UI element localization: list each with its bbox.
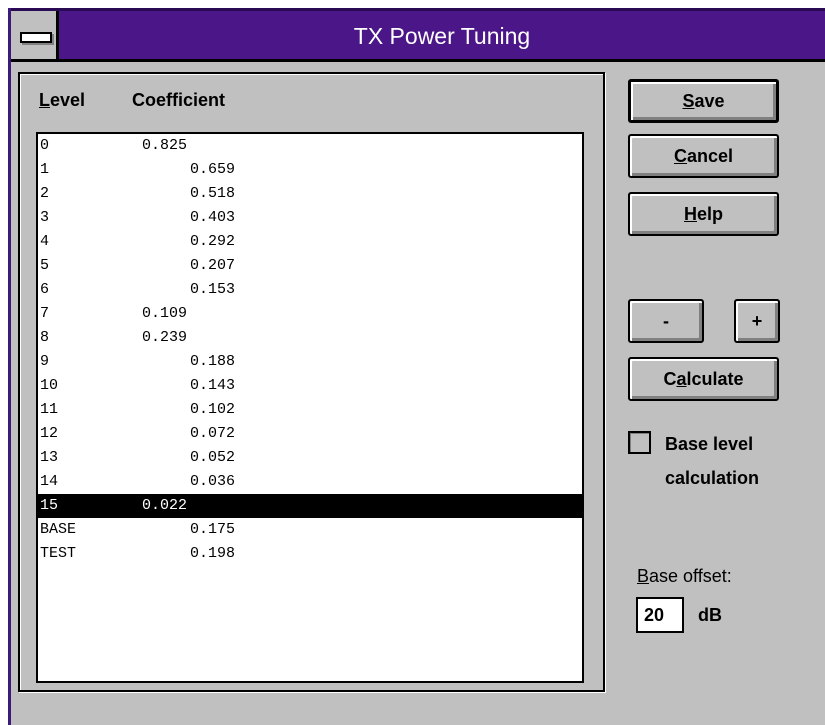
list-item-level: 13 [40, 449, 59, 466]
level-header-first: L [39, 90, 50, 110]
system-menu-button[interactable] [11, 11, 59, 62]
list-item-coefficient: 0.207 [190, 257, 236, 274]
list-item-level: 12 [40, 425, 59, 442]
level-column-header: Level [39, 90, 85, 111]
list-item-coefficient: 0.198 [190, 545, 236, 562]
cancel-button[interactable]: Cancel [628, 134, 779, 178]
list-item-level: 3 [40, 209, 50, 226]
list-item[interactable]: 6 0.153 [38, 278, 582, 302]
list-item-coefficient: 0.239 [142, 329, 188, 346]
list-item-coefficient: 0.109 [142, 305, 188, 322]
coefficient-column-header: Coefficient [132, 90, 226, 110]
list-item-coefficient: 0.072 [190, 425, 236, 442]
list-item[interactable]: 12 0.072 [38, 422, 582, 446]
title-bar[interactable]: TX Power Tuning [11, 8, 825, 62]
list-item-level: 6 [40, 281, 50, 298]
help-label: Help [683, 204, 723, 224]
base-level-label: Base level [665, 434, 754, 454]
cancel-label: Cancel [673, 146, 734, 166]
list-item[interactable]: 5 0.207 [38, 254, 582, 278]
list-item[interactable]: 14 0.036 [38, 470, 582, 494]
list-item-coefficient: 0.292 [190, 233, 236, 250]
list-item-coefficient: 0.518 [190, 185, 236, 202]
list-item-coefficient: 0.102 [190, 401, 236, 418]
list-item-level: BASE [40, 521, 77, 538]
list-item-level: 8 [40, 329, 50, 346]
calculate-label: Calculate [663, 369, 744, 389]
list-item-level: 4 [40, 233, 50, 250]
list-item[interactable]: 11 0.102 [38, 398, 582, 422]
list-item[interactable]: 2 0.518 [38, 182, 582, 206]
window-title: TX Power Tuning [353, 23, 531, 49]
list-item-coefficient: 0.403 [190, 209, 236, 226]
base-level-checkbox[interactable] [628, 431, 651, 454]
list-item-level: 5 [40, 257, 50, 274]
level-header-rest: evel [50, 90, 86, 110]
list-item-coefficient: 0.143 [190, 377, 236, 394]
list-item-level: 7 [40, 305, 50, 322]
list-item-coefficient: 0.022 [142, 497, 188, 514]
decrease-button[interactable]: - [628, 299, 704, 343]
list-item[interactable]: 4 0.292 [38, 230, 582, 254]
list-item[interactable]: 8 0.239 [38, 326, 582, 350]
list-item-level: 0 [40, 137, 50, 154]
list-item[interactable]: BASE 0.175 [38, 518, 582, 542]
list-item[interactable]: 0 0.825 [38, 134, 582, 158]
increase-button[interactable]: + [734, 299, 780, 343]
base-offset-unit: dB [698, 605, 722, 625]
list-item-coefficient: 0.659 [190, 161, 236, 178]
save-label: Save [682, 91, 725, 111]
base-offset-label-first: B [637, 566, 650, 586]
list-item-coefficient: 0.825 [142, 137, 188, 154]
calculate-button[interactable]: Calculate [628, 357, 779, 401]
base-offset-label-rest: ase offset: [649, 566, 732, 586]
list-item-coefficient: 0.175 [190, 521, 236, 538]
list-item[interactable]: TEST 0.198 [38, 542, 582, 566]
list-item-level: 9 [40, 353, 50, 370]
base-offset-input[interactable]: 20 [636, 597, 684, 633]
save-button[interactable]: Save [628, 79, 779, 123]
list-item[interactable]: 3 0.403 [38, 206, 582, 230]
list-item[interactable]: 13 0.052 [38, 446, 582, 470]
system-menu-icon [20, 32, 52, 43]
list-item[interactable]: 9 0.188 [38, 350, 582, 374]
coefficient-listbox[interactable]: 0 0.825 1 0.659 2 0.518 3 0.403 4 0.292 5 0.207 6 0.1… [36, 132, 584, 683]
base-level-label-line2: calculation [665, 468, 760, 488]
list-item-coefficient: 0.052 [190, 449, 236, 466]
title-bar-divider [11, 59, 825, 62]
list-item-level: 14 [40, 473, 59, 490]
list-item-level: 1 [40, 161, 50, 178]
list-item-coefficient: 0.153 [190, 281, 236, 298]
list-item-level: 10 [40, 377, 59, 394]
list-item-level: 11 [40, 401, 59, 418]
help-button[interactable]: Help [628, 192, 779, 236]
list-item-level: 2 [40, 185, 50, 202]
list-item[interactable]: 7 0.109 [38, 302, 582, 326]
base-offset-label: Base offset: [637, 566, 732, 587]
list-item-coefficient: 0.036 [190, 473, 236, 490]
list-item[interactable]: 10 0.143 [38, 374, 582, 398]
list-item[interactable]: 1 0.659 [38, 158, 582, 182]
list-item-level: 15 [40, 497, 59, 514]
list-item-level: TEST [40, 545, 77, 562]
list-item-coefficient: 0.188 [190, 353, 236, 370]
list-item[interactable]: 15 0.022 [38, 494, 582, 518]
